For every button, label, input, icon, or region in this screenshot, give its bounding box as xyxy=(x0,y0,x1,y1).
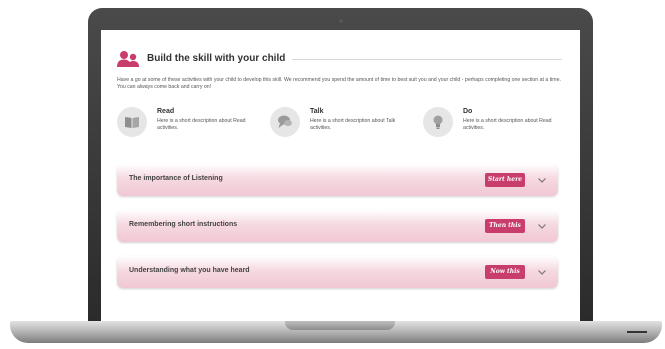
chevron-down-icon[interactable] xyxy=(537,267,547,277)
accordion-item-understanding[interactable]: Understanding what you have heard Now th… xyxy=(117,256,558,288)
activity-icon-circle xyxy=(270,107,300,137)
laptop-indicator xyxy=(627,331,647,333)
chevron-down-icon[interactable] xyxy=(537,221,547,231)
section-title: Build the skill with your child xyxy=(147,53,286,64)
activity-description: Here is a short description about Read a… xyxy=(463,118,552,131)
activity-read[interactable]: Read Here is a short description about R… xyxy=(117,107,267,143)
activity-title: Read xyxy=(157,108,175,115)
chevron-down-icon[interactable] xyxy=(537,175,547,185)
activity-title: Talk xyxy=(310,108,324,115)
activity-icon-circle xyxy=(117,107,147,137)
activity-do[interactable]: Do Here is a short description about Rea… xyxy=(423,107,573,143)
laptop-notch xyxy=(285,321,395,330)
section-header: Build the skill with your child xyxy=(117,50,569,68)
activity-icon-circle xyxy=(423,107,453,137)
book-icon xyxy=(125,117,139,128)
activity-title: Do xyxy=(463,108,473,115)
lightbulb-icon xyxy=(433,115,443,129)
now-this-badge[interactable]: Now this xyxy=(485,265,525,279)
activity-description: Here is a short description about Read a… xyxy=(157,118,246,131)
then-this-badge[interactable]: Then this xyxy=(485,219,525,233)
webcam xyxy=(339,19,343,23)
speech-bubble-icon xyxy=(278,115,292,128)
accordion-label: Remembering short instructions xyxy=(129,221,238,228)
screen: Build the skill with your child Have a g… xyxy=(101,30,580,321)
accordion-label: The importance of Listening xyxy=(129,175,223,182)
activity-talk[interactable]: Talk Here is a short description about T… xyxy=(270,107,420,143)
activity-description: Here is a short description about Talk a… xyxy=(310,118,396,131)
accordion-item-listening[interactable]: The importance of Listening Start here xyxy=(117,164,558,196)
start-here-badge[interactable]: Start here xyxy=(485,173,525,187)
accordion-item-instructions[interactable]: Remembering short instructions Then this xyxy=(117,210,558,242)
people-icon xyxy=(117,51,139,67)
header-divider xyxy=(292,59,562,60)
accordion-label: Understanding what you have heard xyxy=(129,267,250,274)
section-intro: Have a go at some of these activities wi… xyxy=(117,77,561,90)
